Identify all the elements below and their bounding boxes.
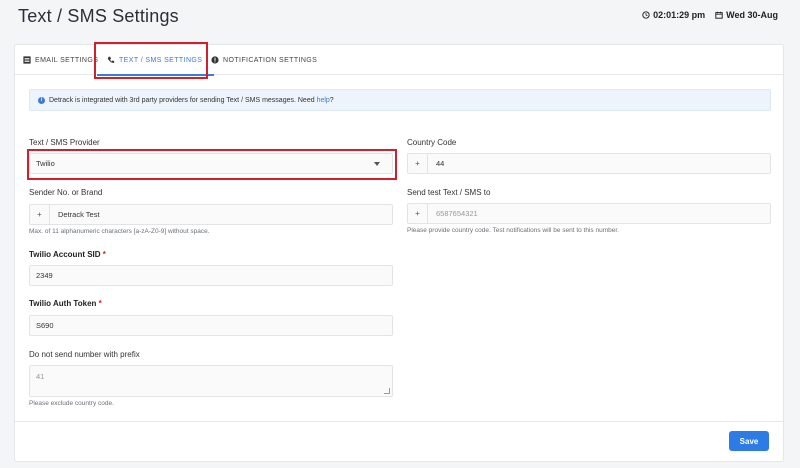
sender-input[interactable]: + Detrack Test <box>29 204 393 225</box>
account-sid-value: 2349 <box>36 271 53 280</box>
provider-value: Twilio <box>36 159 55 168</box>
info-icon: i <box>38 96 45 104</box>
current-date: Wed 30-Aug <box>726 10 778 20</box>
account-sid-label: Twilio Account SID * <box>29 250 106 259</box>
country-code-value: 44 <box>436 159 445 168</box>
provider-label: Text / SMS Provider <box>29 138 100 147</box>
settings-tabs: EMAIL SETTINGS TEXT / SMS SETTINGS NOTIF… <box>15 42 783 79</box>
info-banner: i Detrack is integrated with 3rd party p… <box>29 89 771 111</box>
page-title: Text / SMS Settings <box>18 6 179 26</box>
tab-notification-settings[interactable]: NOTIFICATION SETTINGS <box>211 45 317 75</box>
account-sid-input[interactable]: 2349 <box>29 265 393 286</box>
required-marker: * <box>98 299 102 308</box>
tab-email-settings[interactable]: EMAIL SETTINGS <box>23 45 98 75</box>
tab-email-label: EMAIL SETTINGS <box>35 56 99 64</box>
clock-icon <box>642 11 650 19</box>
required-marker: * <box>102 250 106 259</box>
caret-down-icon <box>374 162 380 166</box>
tab-notification-label: NOTIFICATION SETTINGS <box>223 56 318 64</box>
plus-prefix: + <box>408 154 428 173</box>
info-text: Detrack is integrated with 3rd party pro… <box>49 96 317 104</box>
test-number-input[interactable]: + 6587654321 <box>407 203 771 224</box>
info-suffix: ? <box>329 96 334 104</box>
test-number-hint: Please provide country code. Test notifi… <box>407 227 619 234</box>
save-button[interactable]: Save <box>729 431 769 451</box>
resize-handle-icon[interactable] <box>384 388 390 394</box>
tab-sms-settings[interactable]: TEXT / SMS SETTINGS <box>96 45 215 76</box>
tab-sms-label: TEXT / SMS SETTINGS <box>119 56 203 64</box>
plus-prefix: + <box>408 204 428 223</box>
sender-hint: Max. of 11 alphanumeric characters [a-zA… <box>29 228 210 235</box>
list-icon <box>23 56 31 64</box>
alert-icon <box>211 56 219 64</box>
settings-card: EMAIL SETTINGS TEXT / SMS SETTINGS NOTIF… <box>14 42 784 462</box>
test-number-label: Send test Text / SMS to <box>407 188 491 197</box>
sender-value: Detrack Test <box>58 210 100 219</box>
help-link[interactable]: help <box>317 97 330 104</box>
test-number-placeholder: 6587654321 <box>436 209 478 218</box>
phone-icon <box>107 56 115 63</box>
provider-select[interactable]: Twilio <box>29 153 393 174</box>
auth-token-label: Twilio Auth Token * <box>29 299 102 308</box>
plus-prefix: + <box>30 205 50 224</box>
calendar-icon <box>715 11 723 19</box>
exclude-prefix-textarea[interactable]: 41 <box>29 365 393 397</box>
card-footer: Save <box>15 421 783 461</box>
auth-token-input[interactable]: S690 <box>29 315 393 336</box>
country-code-label: Country Code <box>407 138 457 147</box>
current-time: 02:01:29 pm <box>653 10 706 20</box>
clock: 02:01:29 pm Wed 30-Aug <box>642 10 778 20</box>
sender-label: Sender No. or Brand <box>29 188 103 197</box>
country-code-input[interactable]: + 44 <box>407 153 771 174</box>
auth-token-value: S690 <box>36 321 54 330</box>
exclude-prefix-hint: Please exclude country code. <box>29 400 114 407</box>
exclude-prefix-label: Do not send number with prefix <box>29 350 140 359</box>
exclude-prefix-placeholder: 41 <box>36 372 45 381</box>
